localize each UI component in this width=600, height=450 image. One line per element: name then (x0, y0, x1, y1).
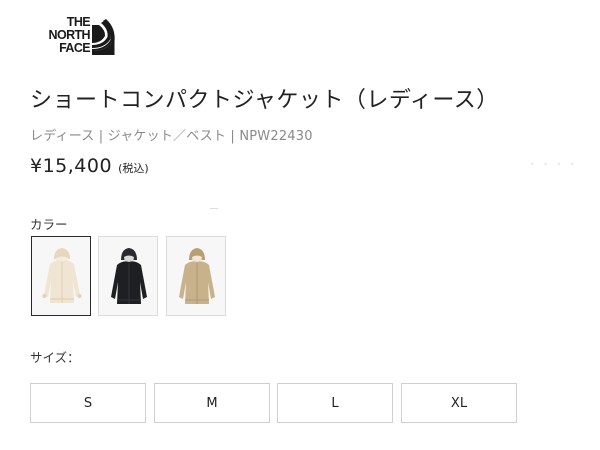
product-breadcrumb: レディース | ジャケット／ベスト | NPW22430 (30, 129, 313, 144)
size-button-l[interactable]: L (277, 383, 393, 423)
size-label: サイズ： (30, 350, 80, 365)
jacket-khaki-icon (179, 248, 215, 304)
size-button-s[interactable]: S (30, 383, 146, 423)
jacket-ivory-icon (42, 248, 82, 303)
tax-note: (税込) (118, 162, 149, 175)
color-swatch-khaki[interactable] (166, 236, 226, 316)
half-dome-logo-icon (92, 19, 115, 55)
product-price: ¥15,400 (30, 155, 113, 177)
size-button-xl[interactable]: XL (401, 383, 517, 423)
color-label: カラー (30, 217, 68, 232)
brand-logo[interactable]: THE NORTH FACE (30, 16, 120, 58)
logo-wordmark: THE NORTH FACE (30, 16, 91, 55)
price-row: ¥15,400 (税込) (30, 155, 149, 177)
product-title: ショートコンパクトジャケット（レディース） (30, 88, 499, 113)
faint-decoration: • • • • (530, 160, 578, 169)
color-swatch-ivory[interactable] (31, 236, 91, 316)
color-swatch-black[interactable] (98, 236, 158, 316)
logo-line-face: FACE (59, 41, 91, 55)
jacket-black-icon (111, 248, 147, 304)
size-button-m[interactable]: M (154, 383, 270, 423)
divider-mark (210, 208, 218, 209)
